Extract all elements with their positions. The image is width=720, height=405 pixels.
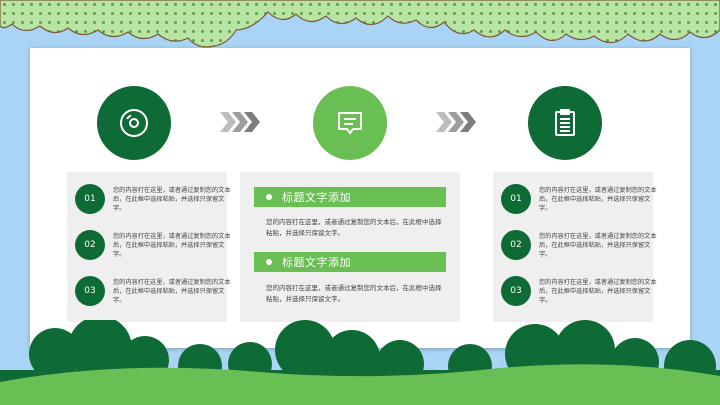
list-item-text: 您的内容打在这里，或者通过复制您的文本后，在此框中选择粘贴，并选择只保留文字。 (539, 232, 657, 258)
bullet-dot-icon (266, 259, 272, 265)
step-number-badge: 01 (75, 184, 105, 214)
step-number-badge: 02 (501, 230, 531, 260)
list-item: 02 您的内容打在这里，或者通过复制您的文本后，在此框中选择粘贴，并选择只保留文… (75, 230, 231, 260)
step-number-badge: 01 (501, 184, 531, 214)
chat-bubble-icon (313, 86, 387, 160)
list-item: 01 您的内容打在这里，或者通过复制您的文本后，在此框中选择粘贴，并选择只保留文… (75, 184, 231, 214)
step-number-badge: 03 (501, 276, 531, 306)
middle-content-panel: 标题文字添加 您的内容打在这里，或者通过复制您的文本后，在此框中选择粘贴，并选择… (240, 172, 460, 322)
list-item: 03 您的内容打在这里，或者通过复制您的文本后，在此框中选择粘贴，并选择只保留文… (501, 276, 657, 306)
list-item-text: 您的内容打在这里，或者通过复制您的文本后，在此框中选择粘贴，并选择只保留文字。 (539, 186, 657, 212)
list-item-text: 您的内容打在这里，或者通过复制您的文本后，在此框中选择粘贴，并选择只保留文字。 (113, 278, 231, 304)
list-item-text: 您的内容打在这里，或者通过复制您的文本后，在此框中选择粘贴，并选择只保留文字。 (539, 278, 657, 304)
disc-icon (97, 86, 171, 160)
step-number-badge: 03 (75, 276, 105, 306)
list-item: 01 您的内容打在这里，或者通过复制您的文本后，在此框中选择粘贴，并选择只保留文… (501, 184, 657, 214)
section-body-text: 您的内容打在这里，或者通过复制您的文本后，在此框中选择粘贴，并选择只保留文字。 (266, 284, 442, 303)
slide-card: 01 您的内容打在这里，或者通过复制您的文本后，在此框中选择粘贴，并选择只保留文… (30, 48, 690, 348)
list-item: 02 您的内容打在这里，或者通过复制您的文本后，在此框中选择粘贴，并选择只保留文… (501, 230, 657, 260)
list-item-text: 您的内容打在这里，或者通过复制您的文本后，在此框中选择粘贴，并选择只保留文字。 (113, 186, 231, 212)
right-list-panel: 01 您的内容打在这里，或者通过复制您的文本后，在此框中选择粘贴，并选择只保留文… (493, 172, 657, 322)
section-heading: 标题文字添加 (282, 256, 351, 269)
chevrons-right-icon (436, 112, 476, 132)
section-heading: 标题文字添加 (282, 191, 351, 204)
grass-hill-ground (0, 320, 720, 405)
chevrons-right-icon (220, 112, 260, 132)
section-heading-bar: 标题文字添加 (254, 252, 446, 272)
list-item-text: 您的内容打在这里，或者通过复制您的文本后，在此框中选择粘贴，并选择只保留文字。 (113, 232, 231, 258)
list-item: 03 您的内容打在这里，或者通过复制您的文本后，在此框中选择粘贴，并选择只保留文… (75, 276, 231, 306)
step-number-badge: 02 (75, 230, 105, 260)
bullet-dot-icon (266, 194, 272, 200)
section-heading-bar: 标题文字添加 (254, 187, 446, 207)
left-list-panel: 01 您的内容打在这里，或者通过复制您的文本后，在此框中选择粘贴，并选择只保留文… (67, 172, 231, 322)
section-body-text: 您的内容打在这里，或者通过复制您的文本后，在此框中选择粘贴，并选择只保留文字。 (266, 218, 442, 237)
clipboard-icon (528, 86, 602, 160)
